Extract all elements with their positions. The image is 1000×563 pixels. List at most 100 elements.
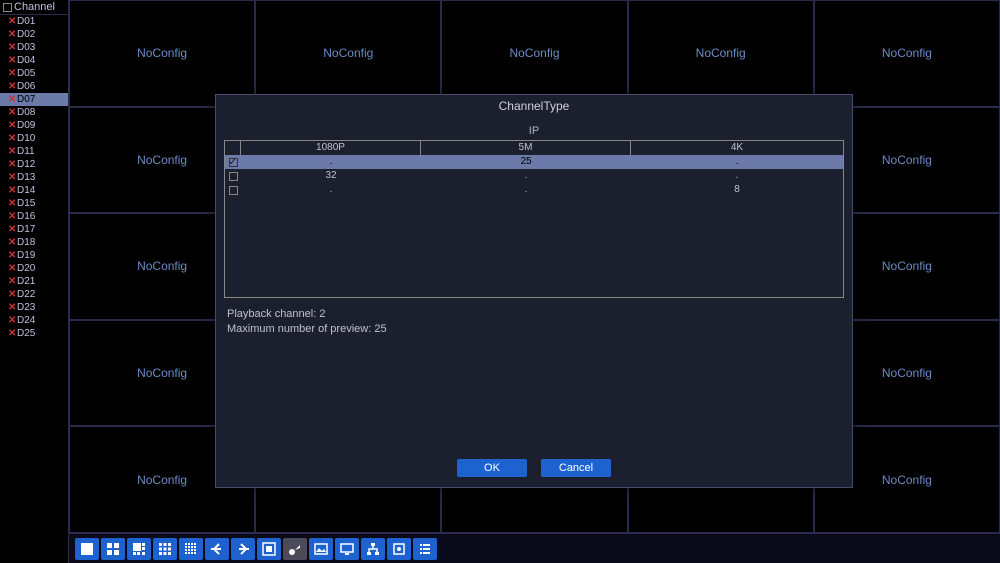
channel-item[interactable]: ✕D20 (0, 262, 68, 275)
ptz-button[interactable] (283, 538, 307, 560)
channel-item[interactable]: ✕D03 (0, 41, 68, 54)
channel-item[interactable]: ✕D04 (0, 54, 68, 67)
channel-type-dialog: ChannelType IP 1080P 5M 4K .25.32....8 P… (215, 94, 853, 488)
channel-status-icon: ✕ (8, 249, 16, 262)
channel-status-icon: ✕ (8, 184, 16, 197)
channel-item[interactable]: ✕D10 (0, 132, 68, 145)
channel-item[interactable]: ✕D08 (0, 106, 68, 119)
disk-button[interactable] (387, 538, 411, 560)
channel-label: D10 (17, 132, 35, 145)
layout-8-button[interactable] (127, 538, 151, 560)
channel-status-icon: ✕ (8, 210, 16, 223)
table-rows: .25.32....8 (225, 155, 843, 197)
channel-item[interactable]: ✕D12 (0, 158, 68, 171)
channel-status-icon: ✕ (8, 288, 16, 301)
channel-status-icon: ✕ (8, 106, 16, 119)
channel-status-icon: ✕ (8, 262, 16, 275)
channel-label: D22 (17, 288, 35, 301)
channel-item[interactable]: ✕D22 (0, 288, 68, 301)
channel-item[interactable]: ✕D21 (0, 275, 68, 288)
layout-16-button[interactable] (179, 538, 203, 560)
channel-item[interactable]: ✕D13 (0, 171, 68, 184)
channel-label: D20 (17, 262, 35, 275)
layout-4-button[interactable] (101, 538, 125, 560)
row-checkbox-cell (225, 183, 241, 197)
channel-item[interactable]: ✕D01 (0, 15, 68, 28)
next-button[interactable] (231, 538, 255, 560)
channel-item[interactable]: ✕D18 (0, 236, 68, 249)
channel-status-icon: ✕ (8, 15, 16, 28)
channel-label: D15 (17, 197, 35, 210)
channel-label: D12 (17, 158, 35, 171)
channel-item[interactable]: ✕D07 (0, 93, 68, 106)
table-row[interactable]: .25. (225, 155, 843, 169)
channel-item[interactable]: ✕D16 (0, 210, 68, 223)
monitor-button[interactable] (335, 538, 359, 560)
channel-item[interactable]: ✕D05 (0, 67, 68, 80)
channel-status-icon: ✕ (8, 223, 16, 236)
network-button[interactable] (361, 538, 385, 560)
channel-item[interactable]: ✕D17 (0, 223, 68, 236)
channel-item[interactable]: ✕D23 (0, 301, 68, 314)
channel-list: ✕D01✕D02✕D03✕D04✕D05✕D06✕D07✕D08✕D09✕D10… (0, 15, 68, 340)
grid-cell[interactable]: NoConfig (814, 0, 1000, 107)
channel-status-icon: ✕ (8, 236, 16, 249)
channel-item[interactable]: ✕D06 (0, 80, 68, 93)
channel-label: D19 (17, 249, 35, 262)
channel-status-icon: ✕ (8, 28, 16, 41)
channel-label: D03 (17, 41, 35, 54)
cell-5m: . (421, 169, 631, 183)
layout-9-button[interactable] (153, 538, 177, 560)
channel-status-icon: ✕ (8, 314, 16, 327)
channel-item[interactable]: ✕D24 (0, 314, 68, 327)
prev-button[interactable] (205, 538, 229, 560)
channel-item[interactable]: ✕D09 (0, 119, 68, 132)
ip-group-label: IP (224, 125, 844, 137)
cell-4k: . (631, 155, 843, 169)
channel-item[interactable]: ✕D14 (0, 184, 68, 197)
image-button[interactable] (309, 538, 333, 560)
channel-item[interactable]: ✕D02 (0, 28, 68, 41)
cell-5m: 25 (421, 155, 631, 169)
channel-status-icon: ✕ (8, 54, 16, 67)
grid-cell[interactable]: NoConfig (255, 0, 441, 107)
layout-1-button[interactable] (75, 538, 99, 560)
grid-cell[interactable]: NoConfig (441, 0, 627, 107)
row-checkbox[interactable] (229, 186, 238, 195)
channel-status-icon: ✕ (8, 67, 16, 80)
cell-1080p: 32 (241, 169, 421, 183)
channel-status-icon: ✕ (8, 158, 16, 171)
row-checkbox-cell (225, 169, 241, 183)
channel-label: D23 (17, 301, 35, 314)
row-checkbox-cell (225, 155, 241, 169)
grid-cell[interactable]: NoConfig (69, 0, 255, 107)
channel-type-table: 1080P 5M 4K .25.32....8 (224, 140, 844, 298)
channel-item[interactable]: ✕D15 (0, 197, 68, 210)
header-1080p: 1080P (241, 141, 421, 155)
channel-label: D14 (17, 184, 35, 197)
cell-5m: . (421, 183, 631, 197)
grid-cell[interactable]: NoConfig (628, 0, 814, 107)
list-button[interactable] (413, 538, 437, 560)
header-5m: 5M (421, 141, 631, 155)
cancel-button[interactable]: Cancel (541, 459, 611, 477)
channel-item[interactable]: ✕D25 (0, 327, 68, 340)
channel-label: D01 (17, 15, 35, 28)
ok-button[interactable]: OK (457, 459, 527, 477)
channel-label: D07 (17, 93, 35, 106)
tree-icon (3, 3, 12, 12)
channel-item[interactable]: ✕D19 (0, 249, 68, 262)
table-row[interactable]: ..8 (225, 183, 843, 197)
fullscreen-button[interactable] (257, 538, 281, 560)
main-area: NoConfigNoConfigNoConfigNoConfigNoConfig… (69, 0, 1000, 563)
channel-label: D11 (17, 145, 35, 158)
channel-label: D24 (17, 314, 35, 327)
row-checkbox[interactable] (229, 172, 238, 181)
channel-label: D05 (17, 67, 35, 80)
channel-status-icon: ✕ (8, 119, 16, 132)
table-row[interactable]: 32.. (225, 169, 843, 183)
channel-item[interactable]: ✕D11 (0, 145, 68, 158)
header-checkbox-col (225, 141, 241, 155)
channel-label: D18 (17, 236, 35, 249)
row-checkbox[interactable] (229, 158, 238, 167)
